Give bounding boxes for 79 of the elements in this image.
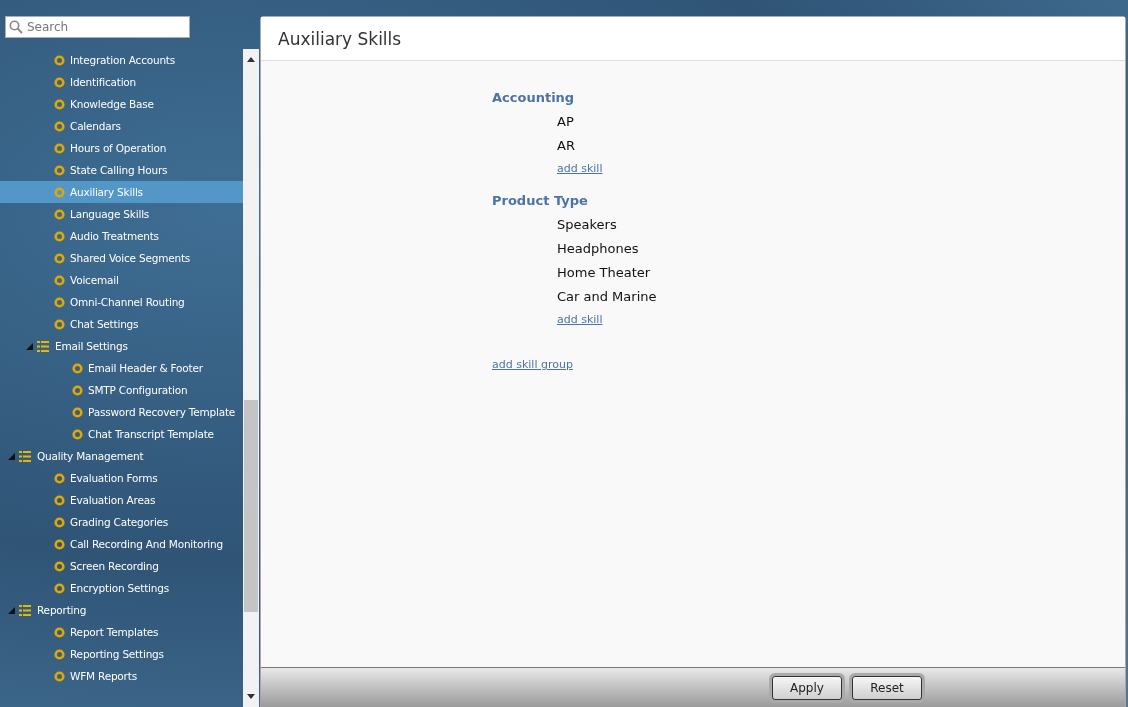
ring-icon [54, 296, 65, 308]
tree-item[interactable]: Screen Recording [0, 555, 243, 577]
tree-item[interactable]: Email Header & Footer [0, 357, 243, 379]
tree-item[interactable]: Voicemail [0, 269, 243, 291]
tree-item[interactable]: Chat Transcript Template [0, 423, 243, 445]
skill-name: AP [557, 114, 574, 131]
ring-icon [54, 98, 65, 110]
ring-icon [54, 120, 65, 132]
add-skill-link[interactable]: add skill [557, 313, 603, 326]
ring-icon [54, 472, 65, 484]
search-field[interactable]: Search [5, 16, 190, 38]
ring-icon [54, 230, 65, 242]
tree-item[interactable]: Call Recording And Monitoring [0, 533, 243, 555]
ring-icon [54, 252, 65, 264]
tree-item[interactable]: Integration Accounts [0, 49, 243, 71]
skill-name: Speakers [557, 217, 617, 234]
add-skill-link[interactable]: add skill [557, 162, 603, 175]
skill-name: Car and Marine [557, 289, 657, 306]
ring-icon [54, 76, 65, 88]
apply-button[interactable]: Apply [772, 675, 842, 700]
ring-icon [72, 428, 83, 440]
ring-icon [54, 560, 65, 572]
tree-item[interactable]: Evaluation Areas [0, 489, 243, 511]
tree-item[interactable]: Omni-Channel Routing [0, 291, 243, 313]
list-icon [19, 604, 31, 616]
tree-item[interactable]: Chat Settings [0, 313, 243, 335]
skill-name: AR [557, 138, 575, 155]
tree-item[interactable]: Evaluation Forms [0, 467, 243, 489]
tree-item[interactable]: Shared Voice Segments [0, 247, 243, 269]
expanded-triangle-icon[interactable] [26, 342, 33, 350]
reset-button[interactable]: Reset [852, 675, 922, 700]
ring-icon [54, 54, 65, 66]
ring-icon [54, 670, 65, 682]
list-icon [19, 450, 31, 462]
skill-group-name: Product Type [492, 193, 588, 210]
tree-item[interactable]: Hours of Operation [0, 137, 243, 159]
ring-icon [54, 582, 65, 594]
tree-item[interactable]: Email Settings [0, 335, 243, 357]
skill-group-name: Accounting [492, 90, 575, 107]
tree-item[interactable]: State Calling Hours [0, 159, 243, 181]
tree-item[interactable]: Calendars [0, 115, 243, 137]
tree-item[interactable]: Password Recovery Template [0, 401, 243, 423]
scroll-up-icon[interactable] [247, 57, 255, 62]
scroll-down-icon[interactable] [247, 694, 255, 699]
tree-item[interactable]: Reporting [0, 599, 243, 621]
ring-icon [54, 494, 65, 506]
expanded-triangle-icon[interactable] [8, 606, 15, 614]
skill-name: Home Theater [557, 265, 651, 282]
scrollbar[interactable] [243, 49, 259, 707]
ring-icon [72, 362, 83, 374]
skill-name: Headphones [557, 241, 639, 258]
ring-icon [54, 274, 65, 286]
tree-item[interactable]: WFM Reports [0, 665, 243, 687]
ring-icon [54, 164, 65, 176]
ring-icon [54, 538, 65, 550]
tree-item[interactable]: Report Templates [0, 621, 243, 643]
tree-item[interactable]: Grading Categories [0, 511, 243, 533]
list-icon [37, 340, 49, 352]
tree-item[interactable]: Encryption Settings [0, 577, 243, 599]
tree-item[interactable]: Knowledge Base [0, 93, 243, 115]
tree-item[interactable]: SMTP Configuration [0, 379, 243, 401]
tree-item[interactable]: Reporting Settings [0, 643, 243, 665]
ring-icon [54, 142, 65, 154]
expanded-triangle-icon[interactable] [8, 452, 15, 460]
ring-icon [54, 516, 65, 528]
ring-icon [72, 384, 83, 396]
ring-icon [54, 318, 65, 330]
tree-item[interactable]: Language Skills [0, 203, 243, 225]
ring-icon [54, 626, 65, 638]
ring-icon [54, 648, 65, 660]
tree-item[interactable]: Identification [0, 71, 243, 93]
ring-icon [54, 186, 65, 198]
ring-icon [72, 406, 83, 418]
scrollbar-thumb[interactable] [244, 400, 258, 612]
tree-item[interactable]: Quality Management [0, 445, 243, 467]
add-skill-group-link[interactable]: add skill group [492, 358, 573, 371]
panel-title: Auxiliary Skills [278, 28, 402, 49]
ring-icon [54, 208, 65, 220]
tree-item[interactable]: Audio Treatments [0, 225, 243, 247]
